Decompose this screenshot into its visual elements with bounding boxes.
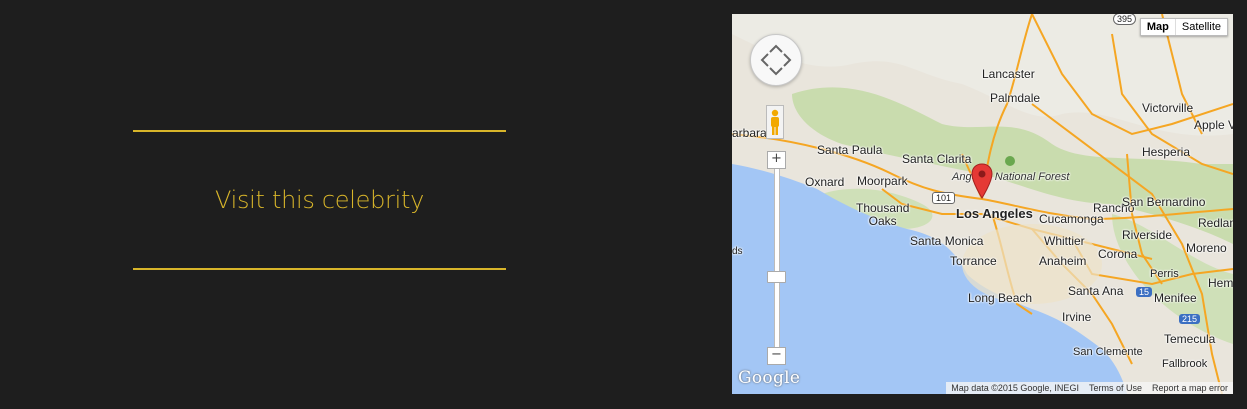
place-whittier: Whittier <box>1044 234 1085 248</box>
place-torrance: Torrance <box>950 254 997 268</box>
report-map-error-link[interactable]: Report a map error <box>1147 382 1233 394</box>
map-type-map-button[interactable]: Map <box>1141 19 1176 35</box>
place-apple-valley: Apple V <box>1194 118 1233 132</box>
zoom-slider-thumb[interactable] <box>767 271 786 283</box>
visit-celebrity-link[interactable]: Visit this celebrity <box>133 130 506 270</box>
place-fallbrook: Fallbrook <box>1162 358 1208 370</box>
place-riverside: Riverside <box>1122 228 1173 242</box>
terms-of-use-link[interactable]: Terms of Use <box>1084 382 1147 394</box>
place-thousand-oaks: Thousand Oaks <box>856 201 910 228</box>
place-angeles-nf: Angeles National Forest <box>952 171 1070 183</box>
place-santa-monica: Santa Monica <box>910 234 984 248</box>
place-hem: Hem <box>1208 276 1233 290</box>
place-santa-clarita: Santa Clarita <box>902 152 972 166</box>
zoom-slider-track[interactable] <box>774 154 780 363</box>
pegman-icon <box>771 109 779 135</box>
place-santa-barbara: arbara <box>732 126 767 140</box>
place-irvine: Irvine <box>1062 310 1092 324</box>
park-icon <box>1005 156 1015 166</box>
place-santa-paula: Santa Paula <box>817 143 883 157</box>
map-footer: Map data ©2015 Google, INEGI Terms of Us… <box>946 382 1233 394</box>
place-moreno: Moreno <box>1186 241 1227 255</box>
place-san-bernardino: San Bernardino <box>1122 195 1206 209</box>
map-data-attribution: Map data ©2015 Google, INEGI <box>951 383 1079 393</box>
place-lancaster: Lancaster <box>982 67 1035 81</box>
shield-15: 15 <box>1136 287 1153 297</box>
place-hesperia: Hesperia <box>1142 145 1191 159</box>
place-anaheim: Anaheim <box>1039 254 1087 268</box>
shield-101: 101 <box>932 192 956 204</box>
place-corona: Corona <box>1098 247 1138 261</box>
visit-celebrity-label: Visit this celebrity <box>215 186 424 214</box>
map-type-satellite-button[interactable]: Satellite <box>1176 19 1227 35</box>
zoom-out-button[interactable]: − <box>767 347 786 365</box>
place-menifee: Menifee <box>1154 291 1197 305</box>
place-victorville: Victorville <box>1142 101 1194 115</box>
map-type-control: Map Satellite <box>1139 18 1228 36</box>
place-ds: ds <box>732 246 743 257</box>
shield-215: 215 <box>1179 314 1201 324</box>
place-long-beach: Long Beach <box>968 291 1033 305</box>
map-pin-icon[interactable] <box>971 163 993 199</box>
place-santa-ana: Santa Ana <box>1068 284 1124 298</box>
place-redlands: Redland <box>1198 216 1233 230</box>
google-logo: Google <box>738 368 801 388</box>
shield-395: 395 <box>1113 14 1137 25</box>
place-oxnard: Oxnard <box>805 175 845 189</box>
place-palmdale: Palmdale <box>990 91 1041 105</box>
street-view-control[interactable] <box>766 105 784 139</box>
place-temecula: Temecula <box>1164 332 1216 346</box>
pan-control[interactable] <box>750 34 802 86</box>
place-perris: Perris <box>1150 268 1179 280</box>
place-cucamonga: Cucamonga <box>1039 212 1104 226</box>
pan-control-icon <box>760 44 792 76</box>
place-san-clemente: San Clemente <box>1073 346 1143 358</box>
place-moorpark: Moorpark <box>857 174 908 188</box>
map-view[interactable]: Lancaster Palmdale Victorville Apple V H… <box>732 14 1233 394</box>
zoom-in-button[interactable]: + <box>767 151 786 169</box>
place-los-angeles: Los Angeles <box>956 206 1033 221</box>
